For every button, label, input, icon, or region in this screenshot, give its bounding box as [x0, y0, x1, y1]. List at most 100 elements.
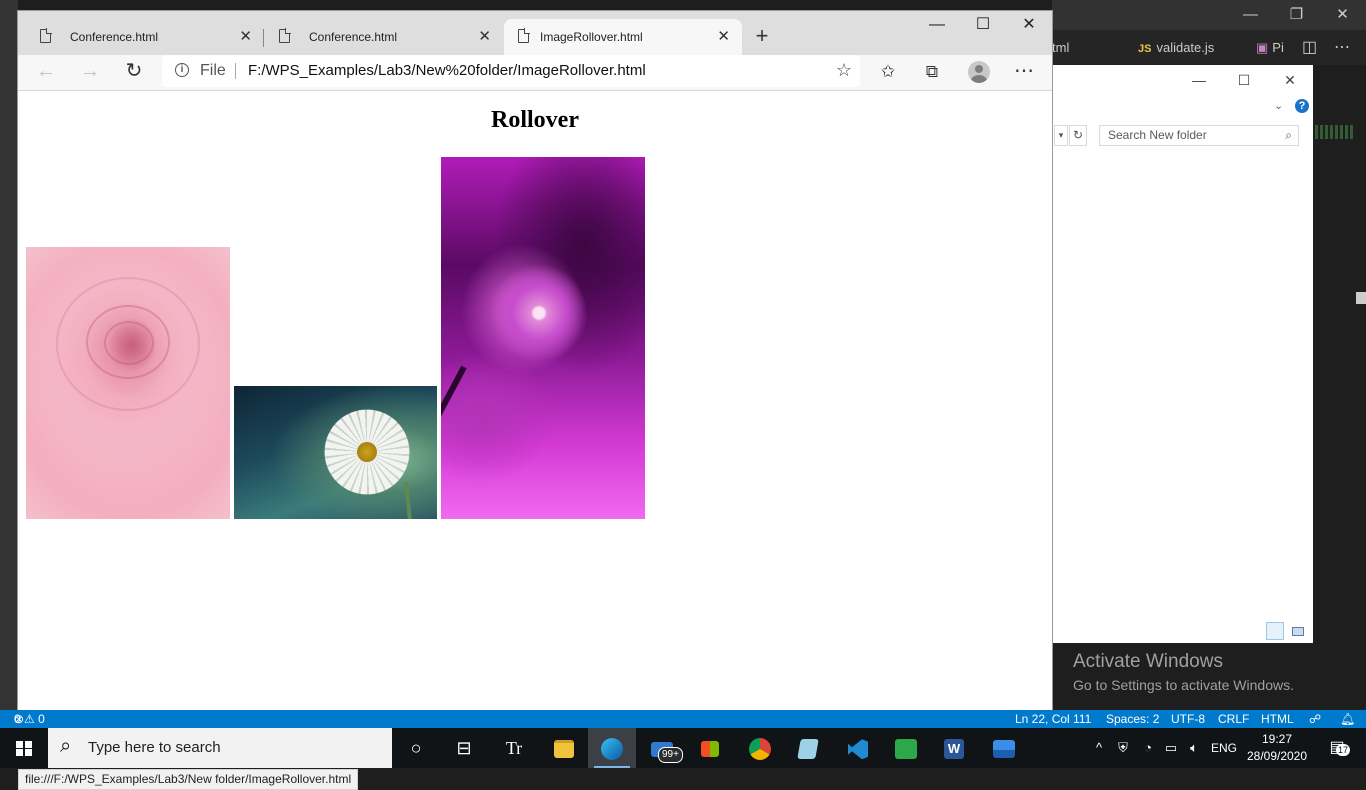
new-tab-button[interactable]: +	[748, 19, 776, 55]
explorer-minimize-button[interactable]: —	[1179, 69, 1219, 91]
notepad-icon[interactable]	[784, 728, 832, 768]
info-icon[interactable]: i	[175, 63, 189, 77]
eol-setting[interactable]: CRLF	[1218, 710, 1249, 728]
store-icon[interactable]	[686, 728, 734, 768]
start-button[interactable]	[0, 728, 48, 768]
volume-icon[interactable]: 🔈︎	[1184, 728, 1204, 768]
clock-date: 28/09/2020	[1246, 749, 1308, 763]
js-file-icon: JS	[1138, 43, 1152, 55]
vscode-tab-preview[interactable]: ▣ Pi	[1256, 30, 1284, 65]
show-hidden-icons-chevron-icon[interactable]: ^	[1090, 728, 1108, 768]
rollover-image-blossom[interactable]	[441, 157, 645, 519]
browser-tab-title: Conference.html	[309, 30, 398, 44]
browser-toolbar: ← → ↻ i File F:/WPS_Examples/Lab3/New%20…	[18, 55, 1052, 91]
clock-time: 19:27	[1261, 732, 1293, 746]
warning-count: 0	[38, 712, 45, 726]
cursor-position[interactable]: Ln 22, Col 111	[1015, 710, 1091, 728]
font-app-icon[interactable]: Tr	[490, 728, 538, 768]
file-explorer-window: — ☐ ✕	[1052, 65, 1313, 643]
problems-indicator[interactable]: ⊗ 0 ⚠ 0	[14, 710, 45, 728]
mail-icon[interactable]: 99+	[638, 728, 686, 768]
folder-shape	[554, 740, 574, 759]
page-heading: Rollover	[491, 107, 579, 133]
windows-logo-icon	[16, 741, 32, 756]
browser-minimize-button[interactable]: —	[914, 11, 960, 43]
photos-icon[interactable]	[980, 728, 1028, 768]
file-explorer-icon[interactable]	[540, 728, 588, 768]
edge-browser-icon[interactable]	[588, 728, 636, 768]
add-favorite-star-icon[interactable]: ☆	[836, 55, 852, 86]
document-icon	[279, 28, 291, 43]
collections-icon[interactable]: ⧉	[916, 55, 948, 90]
language-mode[interactable]: HTML	[1261, 710, 1294, 728]
browser-tab-conference-1[interactable]: Conference.html ✕	[26, 19, 264, 55]
notepad-shape	[797, 739, 819, 760]
close-tab-icon[interactable]: ✕	[717, 19, 730, 55]
daisy-stem-shape	[403, 481, 413, 519]
details-view-button[interactable]	[1266, 622, 1284, 640]
rollover-image-rose[interactable]	[26, 247, 230, 519]
address-history-dropdown[interactable]: ▾	[1054, 125, 1068, 146]
browser-close-button[interactable]: ✕	[1006, 11, 1052, 43]
address-url[interactable]: F:/WPS_Examples/Lab3/New%20folder/ImageR…	[248, 55, 646, 86]
refresh-icon[interactable]: ↻	[118, 55, 150, 90]
search-icon: ⌕	[60, 735, 72, 757]
settings-more-icon[interactable]: ⋯	[1008, 55, 1040, 90]
blossom-branch-shape	[441, 365, 467, 501]
notifications-bell-icon[interactable]: 🔔︎	[1340, 710, 1355, 728]
action-center-icon[interactable]: ▤ 17	[1322, 728, 1352, 768]
address-divider	[235, 63, 236, 79]
browser-tab-imagerollover[interactable]: ImageRollover.html ✕	[504, 19, 742, 55]
vscode-tab-bar: tml JS validate.js ▣ Pi ◫ ⋯	[1052, 30, 1366, 65]
wifi-icon[interactable]: ◔	[1138, 728, 1158, 768]
taskbar-clock[interactable]: 19:27 28/09/2020	[1242, 728, 1312, 768]
explorer-close-button[interactable]: ✕	[1270, 69, 1310, 91]
vscode-tab-validate-js[interactable]: JS validate.js	[1138, 30, 1214, 65]
vscode-maximize-button[interactable]: ❐	[1274, 0, 1319, 30]
vscode-close-button[interactable]: ✕	[1320, 0, 1365, 30]
forward-arrow-icon[interactable]: →	[74, 55, 106, 90]
vscode-tab-html[interactable]: tml	[1052, 30, 1069, 65]
language-indicator[interactable]: ENG	[1208, 728, 1240, 768]
word-icon[interactable]: W	[930, 728, 978, 768]
rollover-image-daisy[interactable]	[234, 386, 437, 519]
encoding-setting[interactable]: UTF-8	[1171, 710, 1205, 728]
back-arrow-icon[interactable]: ←	[30, 55, 62, 90]
notification-count-badge: 17	[1336, 744, 1351, 756]
feedback-icon[interactable]: ☍	[1309, 710, 1321, 728]
security-tray-icon[interactable]: ⛨	[1113, 728, 1133, 768]
close-tab-icon[interactable]: ✕	[239, 19, 252, 55]
chrome-logo-shape	[749, 738, 771, 761]
task-view-icon[interactable]: ⊟	[440, 728, 488, 768]
vscode-icon[interactable]	[834, 728, 882, 768]
help-icon[interactable]: ?	[1295, 99, 1309, 113]
cloud-download-icon[interactable]	[882, 728, 930, 768]
cortana-icon[interactable]: ○	[392, 728, 440, 768]
browser-window: Conference.html ✕ Conference.html ✕ Imag…	[18, 11, 1052, 790]
more-actions-icon[interactable]: ⋯	[1334, 30, 1350, 65]
large-icons-view-button[interactable]	[1289, 622, 1307, 640]
vscode-minimize-button[interactable]: —	[1228, 0, 1273, 30]
profile-avatar-icon[interactable]	[968, 61, 990, 83]
browser-tab-conference-2[interactable]: Conference.html ✕	[265, 19, 503, 55]
chrome-icon[interactable]	[736, 728, 784, 768]
split-editor-icon[interactable]: ◫	[1302, 30, 1317, 65]
address-bar[interactable]: i File F:/WPS_Examples/Lab3/New%20folder…	[162, 55, 860, 87]
explorer-maximize-button[interactable]: ☐	[1224, 69, 1264, 91]
favorites-icon[interactable]: ✩	[872, 55, 904, 90]
browser-maximize-button[interactable]: ☐	[960, 11, 1006, 43]
browser-tab-strip: Conference.html ✕ Conference.html ✕ Imag…	[18, 11, 1052, 55]
activate-windows-watermark: Activate Windows Go to Settings to activ…	[1073, 651, 1294, 693]
word-logo-shape: W	[944, 739, 964, 760]
close-tab-icon[interactable]: ✕	[478, 19, 491, 55]
vscode-scrollbar-thumb[interactable]	[1356, 292, 1366, 304]
watermark-title: Activate Windows	[1073, 651, 1223, 672]
explorer-refresh-button[interactable]: ↻	[1069, 125, 1087, 146]
ribbon-expand-chevron-icon[interactable]: ⌄	[1274, 99, 1283, 112]
indentation-setting[interactable]: Spaces: 2	[1106, 710, 1159, 728]
warning-icon: ⚠	[24, 712, 35, 726]
explorer-search-input[interactable]: Search New folder ⌕	[1099, 125, 1299, 146]
battery-icon[interactable]: ▭	[1161, 728, 1181, 768]
taskbar-search-box[interactable]: ⌕ Type here to search	[48, 728, 392, 768]
cloud-download-shape	[895, 739, 917, 760]
